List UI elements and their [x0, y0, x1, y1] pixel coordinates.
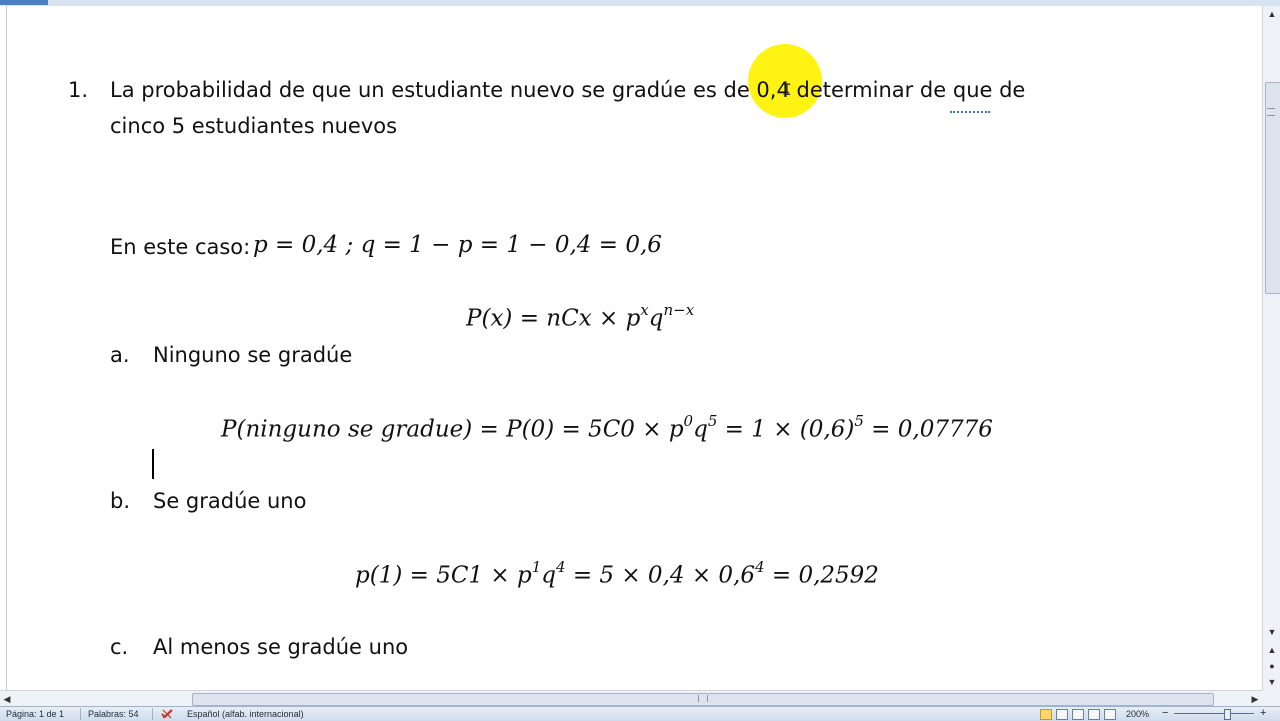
text-caret	[152, 449, 154, 479]
part-b-label: Se gradúe uno	[153, 489, 307, 513]
document-page[interactable]: 1. La probabilidad de que un estudiante …	[0, 6, 1262, 690]
status-separator	[80, 708, 81, 720]
problem-line-1: La probabilidad de que un estudiante nue…	[110, 78, 1026, 102]
part-a-letter: a.	[110, 343, 130, 367]
scroll-grip-icon	[1267, 108, 1275, 116]
zoom-level[interactable]: 200%	[1126, 708, 1149, 720]
outline-view-icon[interactable]	[1088, 709, 1100, 720]
scroll-up-icon[interactable]: ▲	[1265, 6, 1279, 22]
ribbon-tab-accent	[0, 0, 48, 5]
ibeam-cursor-icon: I	[782, 80, 792, 99]
zoom-slider-thumb[interactable]	[1224, 709, 1231, 720]
next-page-icon[interactable]: ▼	[1265, 674, 1279, 690]
full-screen-reading-view-icon[interactable]	[1056, 709, 1068, 720]
status-bar: Página: 1 de 1 Palabras: 54 Español (alf…	[0, 706, 1280, 721]
scroll-down-icon[interactable]: ▼	[1265, 624, 1279, 640]
page-count[interactable]: Página: 1 de 1	[6, 708, 64, 720]
print-layout-view-icon[interactable]	[1040, 709, 1052, 720]
word-count[interactable]: Palabras: 54	[88, 708, 139, 720]
horizontal-scrollbar[interactable]: ◀ ▶	[0, 690, 1262, 707]
spelling-squiggle	[950, 108, 990, 113]
part-c-label: Al menos se gradúe uno	[153, 635, 409, 659]
part-c-letter: c.	[110, 635, 129, 659]
hscroll-grip-icon	[698, 695, 708, 702]
zoom-in-button[interactable]: +	[1260, 707, 1266, 719]
select-browse-object-icon[interactable]: ●	[1265, 658, 1279, 674]
part-b-formula: p(1) = 5C1 × p1q4 = 5 × 0,4 × 0,64 = 0,2…	[355, 558, 879, 589]
page-left-edge	[6, 6, 7, 690]
scroll-right-icon[interactable]: ▶	[1248, 691, 1262, 707]
general-formula: P(x) = nCx × pxqn−x	[466, 301, 695, 332]
zoom-slider-track[interactable]	[1174, 713, 1254, 714]
scrollbar-corner	[1262, 690, 1280, 706]
case-label: En este caso:	[110, 235, 251, 259]
scroll-left-icon[interactable]: ◀	[0, 691, 14, 707]
list-number: 1.	[68, 78, 89, 102]
case-formula: p = 0,4 ; q = 1 − p = 1 − 0,4 = 0,6	[253, 232, 662, 258]
part-b-letter: b.	[110, 489, 131, 513]
spellcheck-icon[interactable]	[160, 708, 174, 720]
language-indicator[interactable]: Español (alfab. internacional)	[187, 708, 304, 720]
part-a-formula: P(ninguno se gradue) = P(0) = 5C0 × p0q5…	[221, 412, 993, 443]
draft-view-icon[interactable]	[1104, 709, 1116, 720]
previous-page-icon[interactable]: ▲	[1265, 642, 1279, 658]
status-separator	[152, 708, 153, 720]
part-a-label: Ninguno se gradúe	[153, 343, 353, 367]
web-layout-view-icon[interactable]	[1072, 709, 1084, 720]
problem-line-2: cinco 5 estudiantes nuevos	[110, 114, 398, 138]
zoom-out-button[interactable]: −	[1162, 707, 1168, 719]
vertical-scrollbar[interactable]: ▲ ▼ ▲ ● ▼	[1262, 6, 1280, 690]
